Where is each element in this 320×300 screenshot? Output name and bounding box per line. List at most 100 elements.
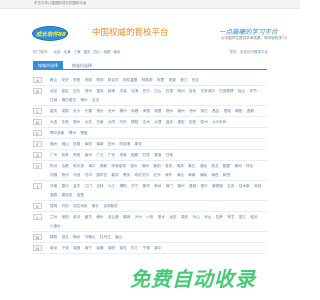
city-link[interactable]: 六安 bbox=[146, 213, 153, 222]
city-link[interactable]: 合肥 bbox=[62, 162, 69, 171]
tab-by-city[interactable]: 按城市选择 bbox=[33, 61, 63, 70]
city-link[interactable]: 大兴安岭 bbox=[212, 118, 226, 127]
city-link[interactable]: 和田 bbox=[223, 171, 230, 180]
city-link[interactable]: 鹤壁 bbox=[223, 162, 230, 171]
city-link[interactable]: 酒泉 bbox=[50, 191, 57, 200]
city-link[interactable]: 淮北 bbox=[211, 162, 218, 171]
city-link[interactable]: 菏泽 bbox=[177, 162, 184, 171]
city-link[interactable]: 博州 bbox=[80, 96, 87, 105]
city-link[interactable]: 洛阳 bbox=[62, 213, 69, 222]
city-link[interactable]: 淮安 bbox=[165, 162, 172, 171]
city-link[interactable]: 大连 bbox=[50, 118, 57, 127]
city-link[interactable]: 东莞 bbox=[62, 118, 69, 127]
city-link[interactable]: 呼和浩特 bbox=[111, 162, 125, 171]
city-link[interactable]: 丹东 bbox=[119, 118, 126, 127]
city-link[interactable]: 果洛 bbox=[154, 151, 161, 160]
hot-city-link[interactable]: 天津 bbox=[64, 50, 71, 54]
city-link[interactable]: 广安 bbox=[108, 151, 115, 160]
city-link[interactable]: 保定 bbox=[62, 87, 69, 96]
city-link[interactable]: 鹤岗 bbox=[111, 171, 118, 180]
city-link[interactable]: 开封 bbox=[62, 202, 69, 211]
city-link[interactable]: 承德 bbox=[143, 107, 150, 116]
city-link[interactable]: 安阳 bbox=[73, 76, 80, 85]
city-link[interactable]: 邯郸 bbox=[100, 162, 107, 171]
city-link[interactable]: 衡阳 bbox=[153, 162, 160, 171]
city-link[interactable]: 常州 bbox=[96, 107, 103, 116]
city-link[interactable]: 阿拉善盟 bbox=[123, 76, 137, 85]
city-link[interactable]: 马鞍山 bbox=[85, 233, 96, 242]
city-link[interactable]: 定西 bbox=[189, 118, 196, 127]
city-link[interactable]: 巴彦淖尔 bbox=[201, 87, 215, 96]
city-link[interactable]: 白山 bbox=[154, 87, 161, 96]
city-link[interactable]: 南京 bbox=[50, 244, 57, 253]
city-link[interactable]: 安丘 bbox=[192, 76, 199, 85]
city-link[interactable]: 乐山 bbox=[193, 213, 200, 222]
city-link[interactable]: 白银 bbox=[166, 87, 173, 96]
city-link[interactable]: 贵港 bbox=[119, 151, 126, 160]
city-link[interactable]: 兰州 bbox=[50, 213, 57, 222]
city-link[interactable]: 固原 bbox=[131, 151, 138, 160]
city-link[interactable]: 广元 bbox=[96, 151, 103, 160]
city-link[interactable]: 金华 bbox=[73, 182, 80, 191]
city-link[interactable]: 赣州 bbox=[85, 151, 92, 160]
city-link[interactable]: 连云港 bbox=[108, 213, 119, 222]
city-link[interactable]: 柳州 bbox=[96, 213, 103, 222]
city-link[interactable]: 德宏 bbox=[177, 118, 184, 127]
city-link[interactable]: 常德 bbox=[154, 107, 161, 116]
city-link[interactable]: 林芝 bbox=[227, 213, 234, 222]
city-link[interactable]: 南宁 bbox=[85, 244, 92, 253]
city-link[interactable]: 河池 bbox=[73, 171, 80, 180]
city-link[interactable]: 黄石 bbox=[188, 162, 195, 171]
hot-city-link[interactable]: 成都 bbox=[104, 50, 111, 54]
city-link[interactable]: 聊城 bbox=[123, 213, 130, 222]
city-link[interactable]: 奉化 bbox=[135, 140, 142, 149]
city-link[interactable]: 泸州 bbox=[135, 213, 142, 222]
city-link[interactable]: 佛山 bbox=[62, 140, 69, 149]
city-link[interactable]: 拉萨 bbox=[216, 213, 223, 222]
city-link[interactable]: 九江 bbox=[108, 182, 115, 191]
site-logo[interactable]: 成长软件88 bbox=[32, 26, 68, 41]
city-link[interactable]: 德阳 bbox=[131, 118, 138, 127]
city-link[interactable]: 北海 bbox=[131, 87, 138, 96]
hot-city-link[interactable]: 重庆 bbox=[84, 50, 91, 54]
city-link[interactable]: 亳州 bbox=[177, 87, 184, 96]
city-link[interactable]: 济宁 bbox=[131, 182, 138, 191]
city-link[interactable]: 恩施 bbox=[80, 129, 87, 138]
city-link[interactable]: 佳木斯 bbox=[239, 182, 250, 191]
city-link[interactable]: 揭阳 bbox=[119, 182, 126, 191]
city-link[interactable]: 安庆 bbox=[62, 76, 69, 85]
city-link[interactable]: 凉山 bbox=[204, 213, 211, 222]
city-link[interactable]: 儋州 bbox=[201, 118, 208, 127]
city-link[interactable]: 昆明 bbox=[50, 202, 57, 211]
city-link[interactable]: 海西 bbox=[211, 171, 218, 180]
city-link[interactable]: 宝鸡 bbox=[96, 87, 103, 96]
city-link[interactable]: 宁波 bbox=[62, 244, 69, 253]
city-link[interactable]: 哈尔滨 bbox=[73, 162, 84, 171]
city-link[interactable]: 抚顺 bbox=[73, 140, 80, 149]
city-link[interactable]: 红河 bbox=[153, 171, 160, 180]
city-link[interactable]: 南通 bbox=[96, 244, 103, 253]
city-link[interactable]: 广州 bbox=[50, 151, 57, 160]
city-link[interactable]: 长沙 bbox=[73, 107, 80, 116]
city-link[interactable]: 沧州 bbox=[108, 107, 115, 116]
city-link[interactable]: 鞍山 bbox=[50, 76, 57, 85]
city-link[interactable]: 阿坝 bbox=[96, 76, 103, 85]
city-link[interactable]: 南昌 bbox=[73, 244, 80, 253]
city-link[interactable]: 北京 bbox=[50, 87, 57, 96]
city-link[interactable]: 贵阳 bbox=[73, 151, 80, 160]
city-link[interactable]: 景德镇 bbox=[212, 182, 223, 191]
city-link[interactable]: 池州 bbox=[189, 107, 196, 116]
city-link[interactable]: 百色 bbox=[189, 87, 196, 96]
city-link[interactable]: 六盘水 bbox=[50, 222, 61, 231]
city-link[interactable]: 大理 bbox=[154, 118, 161, 127]
city-link[interactable]: 茂名 bbox=[62, 233, 69, 242]
city-link[interactable]: 丽江 bbox=[239, 213, 246, 222]
city-link[interactable]: 淮南 bbox=[200, 162, 207, 171]
city-link[interactable]: 白城 bbox=[50, 96, 57, 105]
city-link[interactable]: 毕节 bbox=[250, 87, 257, 96]
city-link[interactable]: 海北 bbox=[177, 171, 184, 180]
city-link[interactable]: 娄底 bbox=[181, 213, 188, 222]
city-link[interactable]: 德州 bbox=[73, 118, 80, 127]
city-link[interactable]: 廊坊 bbox=[85, 213, 92, 222]
city-link[interactable]: 蚌埠 bbox=[108, 87, 115, 96]
